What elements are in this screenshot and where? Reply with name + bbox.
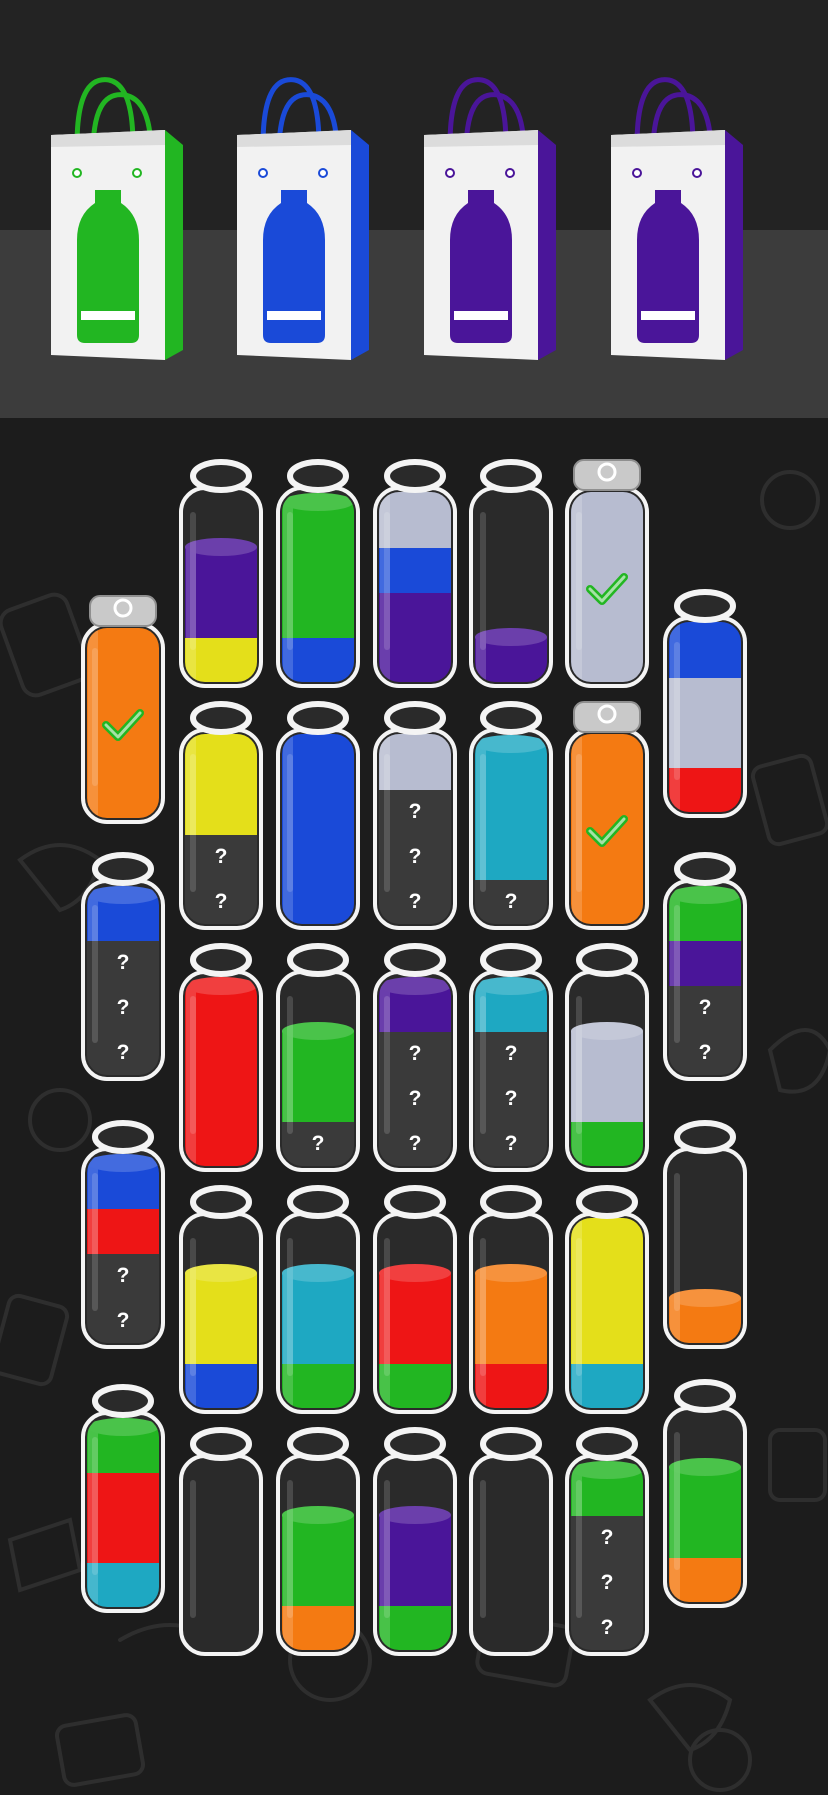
hidden-layer-mark: ?	[116, 1308, 130, 1332]
bottle-4[interactable]	[468, 459, 554, 692]
color-bag-4	[607, 75, 747, 360]
bottle-23[interactable]	[372, 1185, 458, 1418]
bottle-25[interactable]	[564, 1185, 650, 1418]
bottle-graphic	[373, 459, 457, 688]
hidden-layer-mark: ?	[214, 844, 228, 868]
bottle-29[interactable]	[275, 1427, 361, 1660]
bottle-5[interactable]	[564, 459, 650, 692]
hidden-layer-mark: ?	[600, 1615, 614, 1639]
bottle-graphic	[276, 459, 360, 688]
bottle-27[interactable]	[80, 1384, 166, 1617]
bottle-graphic	[276, 1185, 360, 1414]
bottle-33[interactable]	[662, 1379, 748, 1612]
bottle-30[interactable]	[372, 1427, 458, 1660]
bottle-1[interactable]	[178, 459, 264, 692]
bottle-graphic	[276, 1427, 360, 1656]
bottle-26[interactable]	[662, 1120, 748, 1353]
hidden-layer-mark: ?	[504, 1086, 518, 1110]
bottle-11[interactable]: ?	[468, 701, 554, 934]
bottle-21[interactable]	[178, 1185, 264, 1418]
bottle-20[interactable]: ??	[80, 1120, 166, 1353]
hidden-layer-mark: ?	[214, 889, 228, 913]
bottle-3[interactable]	[372, 459, 458, 692]
hidden-layer-mark: ?	[116, 995, 130, 1019]
bottle-18[interactable]: ???	[468, 943, 554, 1176]
bottle-17[interactable]: ???	[372, 943, 458, 1176]
hidden-layer-mark: ?	[116, 1040, 130, 1064]
completed-check-icon	[586, 815, 628, 848]
color-bag-1	[47, 75, 187, 360]
hidden-layer-mark: ?	[504, 1131, 518, 1155]
bottle-graphic	[663, 1379, 747, 1608]
bottle-6[interactable]	[80, 595, 166, 828]
bag-graphic	[51, 77, 183, 360]
bottle-22[interactable]	[275, 1185, 361, 1418]
hidden-layer-mark: ?	[311, 1131, 325, 1155]
hidden-layer-mark: ?	[116, 950, 130, 974]
bottle-7[interactable]	[662, 589, 748, 822]
bottle-16[interactable]: ?	[275, 943, 361, 1176]
hidden-layer-mark: ?	[408, 799, 422, 823]
hidden-layer-mark: ?	[408, 1086, 422, 1110]
bottle-15[interactable]	[178, 943, 264, 1176]
completed-check-icon	[586, 573, 628, 606]
hidden-layer-mark: ?	[698, 995, 712, 1019]
hidden-layer-mark: ?	[504, 889, 518, 913]
bottle-31[interactable]	[468, 1427, 554, 1660]
hidden-layer-mark: ?	[600, 1525, 614, 1549]
bottle-13[interactable]: ???	[80, 852, 166, 1085]
bottle-2[interactable]	[275, 459, 361, 692]
bottle-10[interactable]: ???	[372, 701, 458, 934]
bottle-8[interactable]: ??	[178, 701, 264, 934]
bottle-graphic	[663, 1120, 747, 1349]
bottle-graphic	[81, 1384, 165, 1613]
bottle-graphic	[179, 459, 263, 688]
hidden-layer-mark: ?	[504, 1041, 518, 1065]
hidden-layer-mark: ?	[408, 1041, 422, 1065]
bottle-graphic	[179, 1185, 263, 1414]
hidden-layer-mark: ?	[698, 1040, 712, 1064]
bottle-9[interactable]	[275, 701, 361, 934]
bottle-graphic	[565, 943, 649, 1172]
hidden-layer-mark: ?	[408, 1131, 422, 1155]
color-bag-3	[420, 75, 560, 360]
bottle-24[interactable]	[468, 1185, 554, 1418]
bottle-graphic	[373, 1427, 457, 1656]
bottle-graphic	[179, 943, 263, 1172]
color-bag-2	[233, 75, 373, 360]
bottle-28[interactable]	[178, 1427, 264, 1660]
hidden-layer-mark: ?	[600, 1570, 614, 1594]
bottle-graphic	[276, 701, 360, 930]
bottle-32[interactable]: ???	[564, 1427, 650, 1660]
hidden-layer-mark: ?	[408, 844, 422, 868]
bottle-graphic	[179, 1427, 263, 1656]
hidden-layer-mark: ?	[408, 889, 422, 913]
bottle-19[interactable]	[564, 943, 650, 1176]
bottle-graphic	[565, 1185, 649, 1414]
bottle-graphic	[469, 459, 553, 688]
completed-check-icon	[102, 709, 144, 742]
bag-graphic	[237, 77, 369, 360]
bottle-graphic	[373, 1185, 457, 1414]
hidden-layer-mark: ?	[116, 1263, 130, 1287]
bottle-graphic	[663, 589, 747, 818]
bottle-graphic	[469, 1185, 553, 1414]
bottle-12[interactable]	[564, 701, 650, 934]
bottle-graphic	[469, 1427, 553, 1656]
bag-graphic	[424, 77, 556, 360]
bottle-14[interactable]: ??	[662, 852, 748, 1085]
bag-graphic	[611, 77, 743, 360]
